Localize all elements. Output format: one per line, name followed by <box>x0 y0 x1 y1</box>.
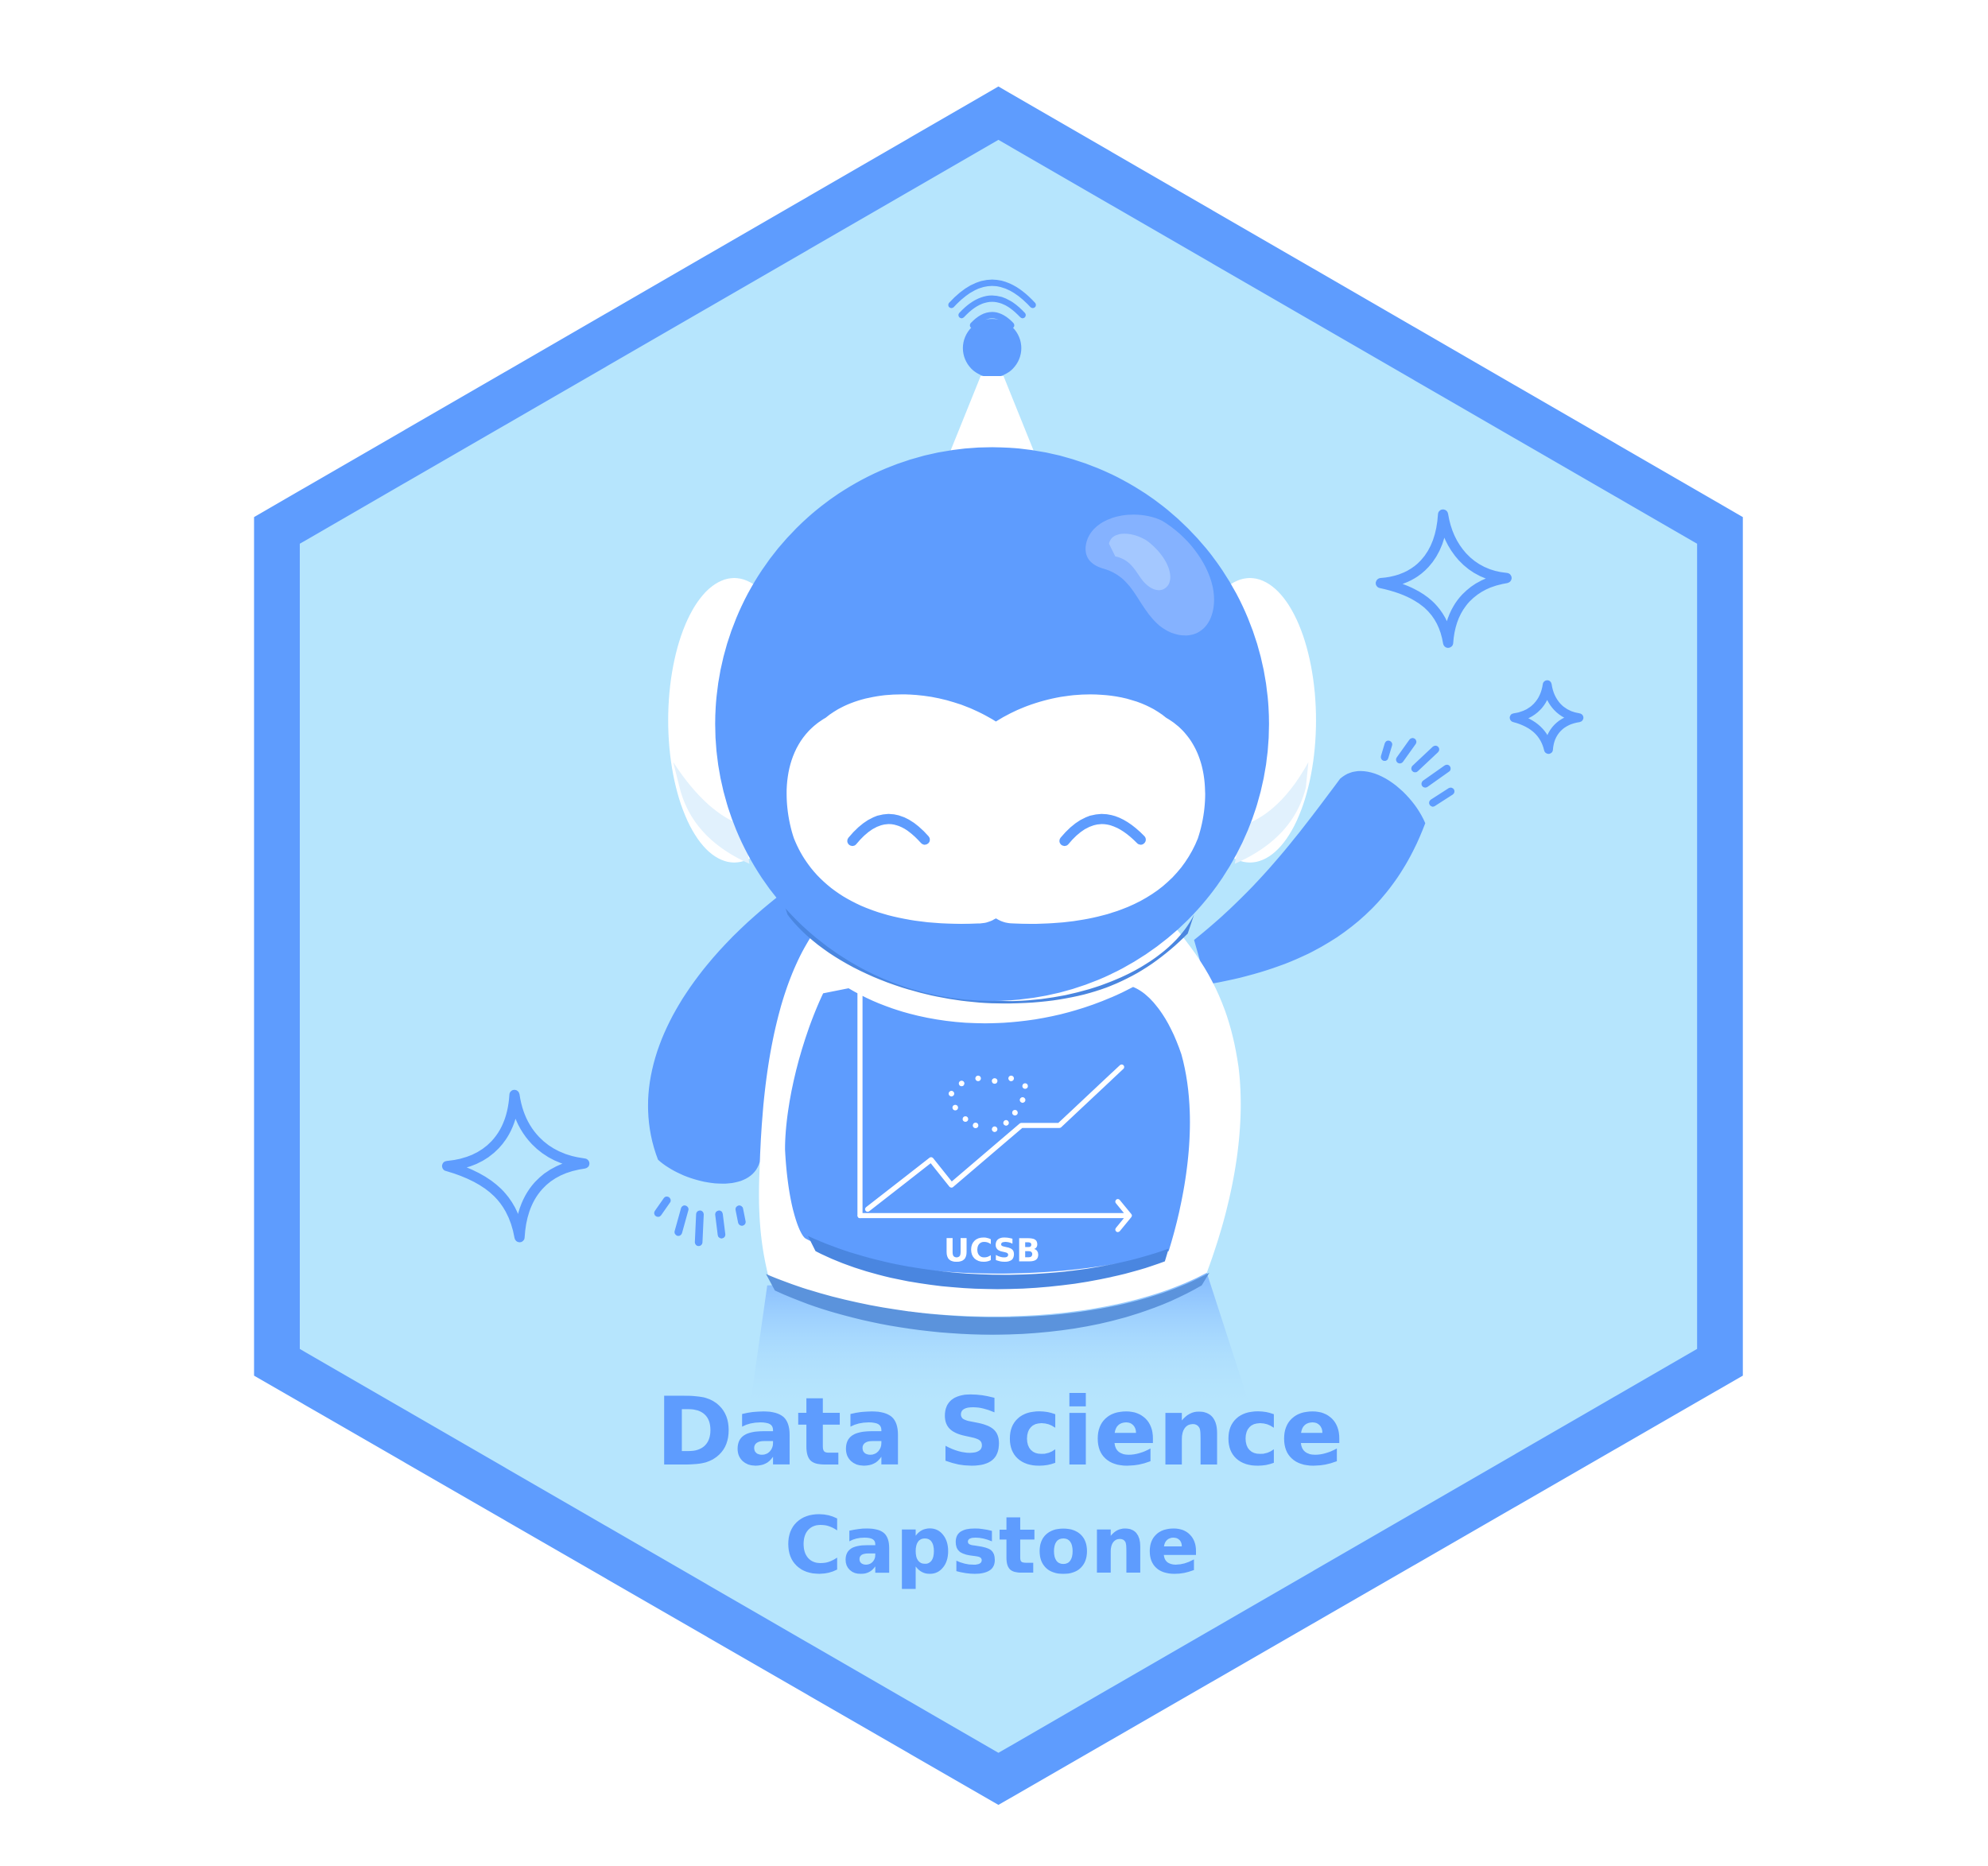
robot-face <box>786 694 1206 924</box>
chest-label: UCSB <box>944 1232 1041 1269</box>
badge-subtitle: Capstone <box>784 1500 1199 1592</box>
hex-sticker-badge: UCSB Data Science Capstone <box>254 86 1743 1806</box>
badge-title: Data Science <box>655 1377 1344 1487</box>
chest-screen <box>785 987 1190 1274</box>
